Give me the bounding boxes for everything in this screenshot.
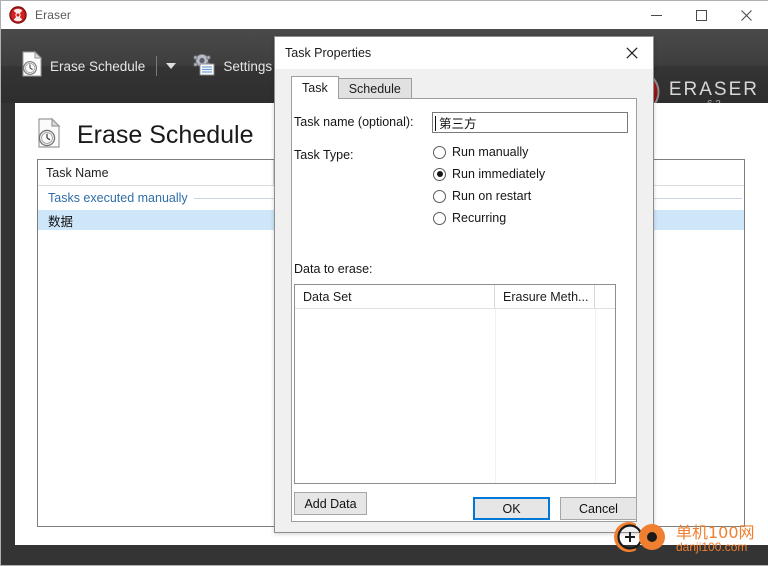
task-tab-panel: Task name (optional): 第三方 Task Type: Run… [291,98,637,522]
erase-schedule-icon [19,50,45,83]
grid-column-divider-2 [595,309,596,483]
radio-icon [433,189,446,203]
task-name-value: 第三方 [439,116,477,131]
dialog-titlebar: Task Properties [275,37,653,69]
column-header-task-name[interactable]: Task Name [38,160,274,186]
data-to-erase-row: Data to erase: [294,262,373,276]
ok-button[interactable]: OK [473,497,550,520]
grid-column-divider-1 [495,309,496,483]
task-group-label: Tasks executed manually [48,191,188,205]
window-controls [634,1,768,29]
toolbar-settings-label: Settings [223,58,273,74]
column-header-data-set[interactable]: Data Set [295,285,495,308]
eraser-radiation-icon [9,6,27,24]
screenshot-root: Eraser Erase Schedule Settings ERASER Er… [0,0,768,566]
dialog-title: Task Properties [285,46,372,60]
radio-icon [433,145,446,159]
window-title: Eraser [35,8,71,22]
radio-run-immediately[interactable]: Run immediately [433,163,545,185]
watermark-en: danji100.com [676,540,748,554]
tab-schedule[interactable]: Schedule [337,78,412,99]
dialog-close-icon[interactable] [611,37,653,69]
radio-recurring[interactable]: Recurring [433,207,545,229]
add-data-button[interactable]: Add Data [294,492,367,515]
data-set-grid[interactable]: Data Set Erasure Meth... [294,284,616,484]
settings-gear-icon [192,51,218,82]
data-set-grid-header: Data Set Erasure Meth... [295,285,615,309]
radio-run-on-restart-label: Run on restart [452,189,532,203]
close-button[interactable] [724,1,768,29]
chevron-down-icon[interactable] [164,56,178,76]
radio-icon [433,211,446,225]
watermark: 单机100网 danji100.com [612,516,764,562]
radio-recurring-label: Recurring [452,211,507,225]
task-name-row: Task name (optional): [294,115,414,129]
watermark-text: 单机100网 danji100.com [676,524,755,554]
tab-task[interactable]: Task [291,76,339,99]
text-caret [435,116,436,131]
data-to-erase-label: Data to erase: [294,262,373,276]
radio-selected-icon [433,167,446,181]
toolbar-erase-schedule-button[interactable]: Erase Schedule [15,45,149,87]
watermark-logo-icon [612,517,672,562]
dialog-tabstrip: Task Schedule [291,76,637,99]
toolbar-erase-schedule-label: Erase Schedule [50,58,146,74]
radio-run-on-restart[interactable]: Run on restart [433,185,545,207]
task-type-row: Task Type: [294,148,354,162]
task-type-label: Task Type: [294,148,354,162]
radio-run-immediately-label: Run immediately [452,167,546,181]
column-header-erasure-method[interactable]: Erasure Meth... [495,285,595,308]
task-name-label: Task name (optional): [294,115,414,129]
radio-run-manually-label: Run manually [452,145,529,159]
task-name-input[interactable]: 第三方 [432,112,628,133]
erase-schedule-page-icon [35,117,65,154]
task-row-name: 数据 [48,214,74,229]
left-rail [1,103,15,545]
radio-run-manually[interactable]: Run manually [433,141,545,163]
task-type-radio-group: Run manually Run immediately Run on rest… [433,141,545,229]
toolbar-settings-button[interactable]: Settings [188,45,276,87]
maximize-button[interactable] [679,1,724,29]
brand-name: ERASER [668,78,759,100]
page-title: Erase Schedule [77,121,254,149]
column-header-extra[interactable] [595,285,615,308]
page-header: Erase Schedule [35,117,254,154]
toolbar-separator [156,56,158,76]
watermark-cn: 单机100网 [676,523,755,542]
window-titlebar: Eraser [1,1,768,29]
minimize-button[interactable] [634,1,679,29]
task-properties-dialog: Task Properties Task Schedule Task name … [274,36,654,533]
